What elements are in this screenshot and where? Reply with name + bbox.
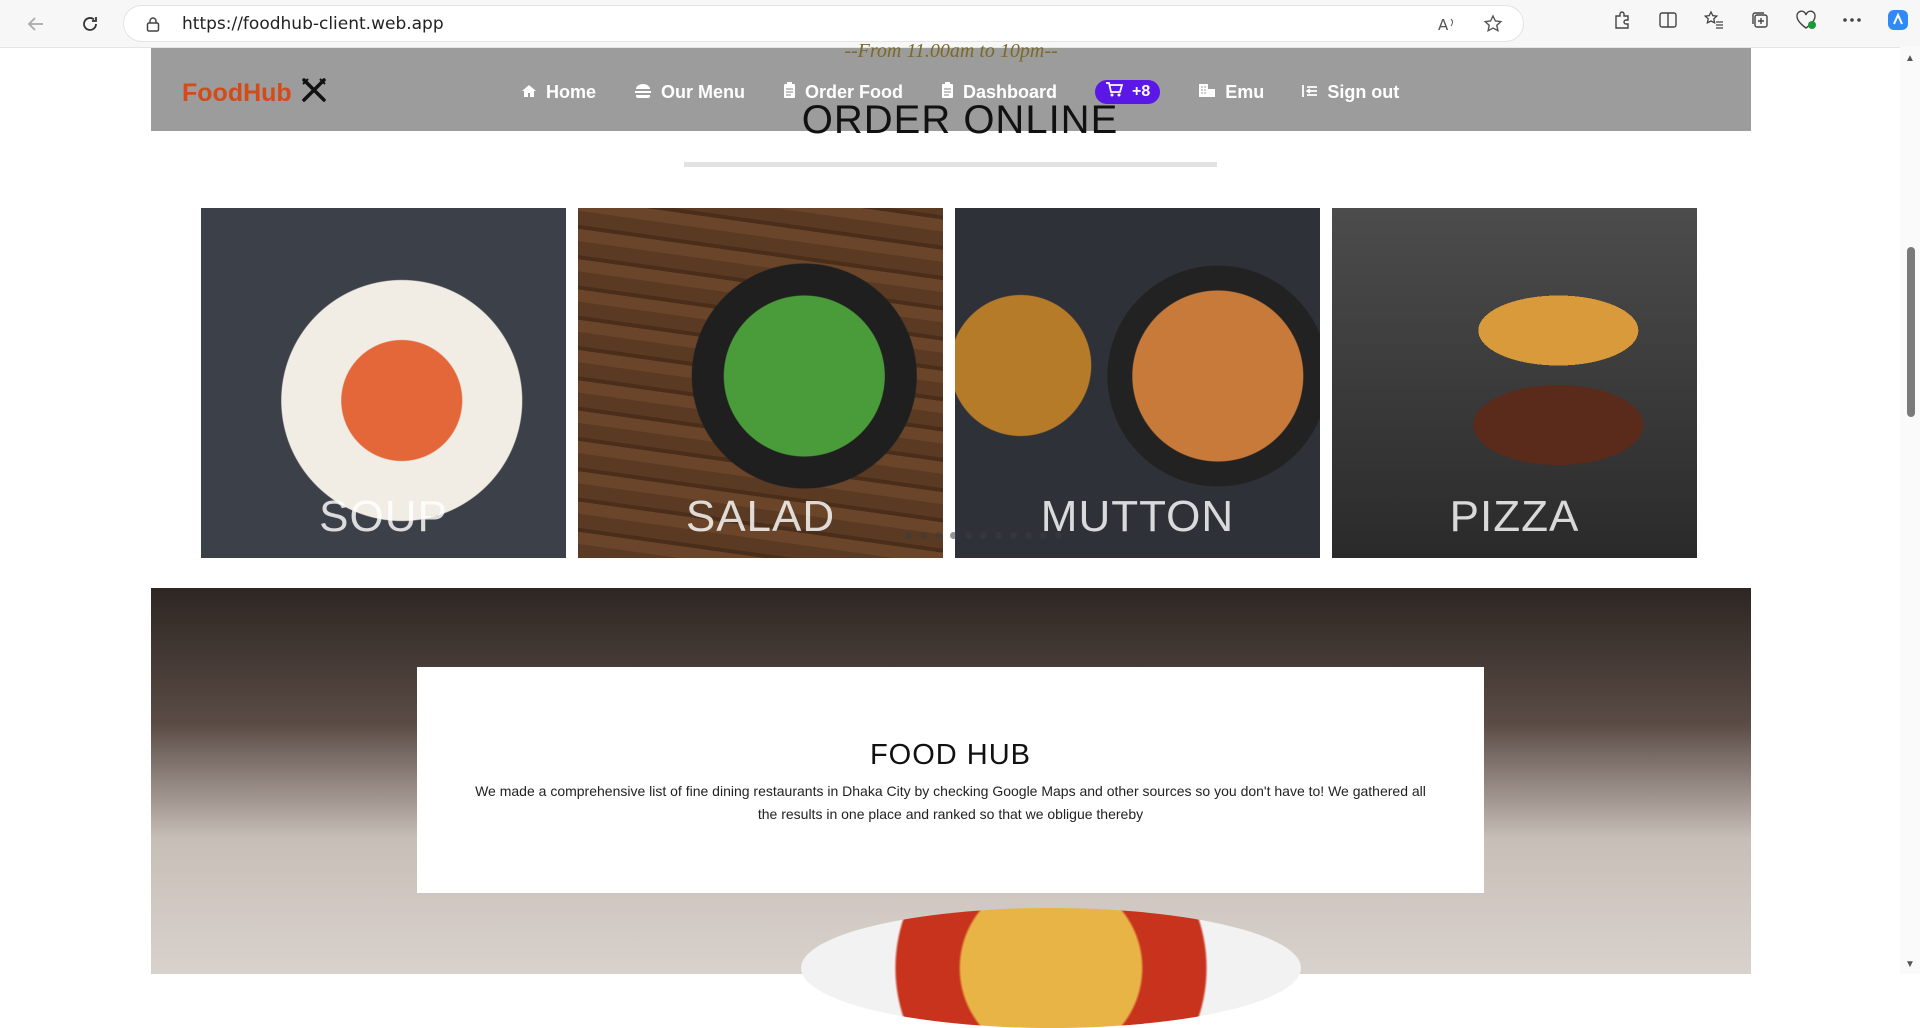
- extensions-icon[interactable]: [1610, 8, 1634, 32]
- reload-icon[interactable]: [76, 10, 104, 38]
- category-card-soup[interactable]: SOUP: [201, 208, 566, 558]
- svg-text:A: A: [1438, 16, 1449, 33]
- split-screen-icon[interactable]: [1656, 8, 1680, 32]
- page-scrollbar[interactable]: ▲ ▼: [1900, 47, 1920, 974]
- about-title: FOOD HUB: [869, 739, 1032, 771]
- about-text: We made a comprehensive list of fine din…: [475, 783, 1426, 822]
- url-text[interactable]: https://foodhub-client.web.app: [182, 14, 444, 34]
- carousel-dot[interactable]: [920, 532, 927, 539]
- carousel-dot[interactable]: [1040, 532, 1047, 539]
- address-bar[interactable]: https://foodhub-client.web.app A: [124, 6, 1523, 41]
- carousel-dot[interactable]: [1025, 532, 1032, 539]
- carousel-dots: [905, 532, 1062, 539]
- more-options-icon[interactable]: [1840, 8, 1864, 32]
- carousel-dot[interactable]: [965, 532, 972, 539]
- plated-dish-image: [801, 908, 1301, 1028]
- title-divider: [684, 162, 1217, 167]
- carousel-dot[interactable]: [905, 532, 912, 539]
- scroll-down-arrow-icon[interactable]: ▼: [1905, 959, 1915, 970]
- carousel-dot[interactable]: [995, 532, 1002, 539]
- category-card-salad[interactable]: SALAD: [578, 208, 943, 558]
- lock-icon[interactable]: [144, 15, 162, 33]
- favorite-star-icon[interactable]: [1481, 12, 1505, 36]
- carousel-dot[interactable]: [980, 532, 987, 539]
- category-carousel: SOUP SALAD MUTTON PIZZA: [201, 208, 1697, 558]
- carousel-dot[interactable]: [935, 532, 942, 539]
- carousel-dot[interactable]: [950, 532, 957, 539]
- opening-hours: --From 11.00am to 10pm--: [844, 40, 1058, 62]
- favorites-list-icon[interactable]: [1702, 8, 1726, 32]
- category-card-mutton[interactable]: MUTTON: [955, 208, 1320, 558]
- collections-icon[interactable]: [1748, 8, 1772, 32]
- section-title: ORDER ONLINE: [801, 98, 1119, 142]
- copilot-icon[interactable]: [1886, 8, 1910, 32]
- read-aloud-icon[interactable]: A: [1435, 12, 1459, 36]
- carousel-dot[interactable]: [1010, 532, 1017, 539]
- carousel-dot[interactable]: [1055, 532, 1062, 539]
- category-card-pizza[interactable]: PIZZA: [1332, 208, 1697, 558]
- browser-essentials-icon[interactable]: [1794, 8, 1818, 32]
- about-box: FOOD HUB We made a comprehensive list of…: [417, 667, 1484, 893]
- back-icon[interactable]: [22, 10, 50, 38]
- scroll-up-arrow-icon[interactable]: ▲: [1905, 53, 1915, 64]
- category-label: PIZZA: [1449, 492, 1580, 541]
- category-label: SOUP: [319, 492, 448, 541]
- scroll-thumb[interactable]: [1907, 247, 1915, 417]
- category-label: SALAD: [685, 492, 836, 541]
